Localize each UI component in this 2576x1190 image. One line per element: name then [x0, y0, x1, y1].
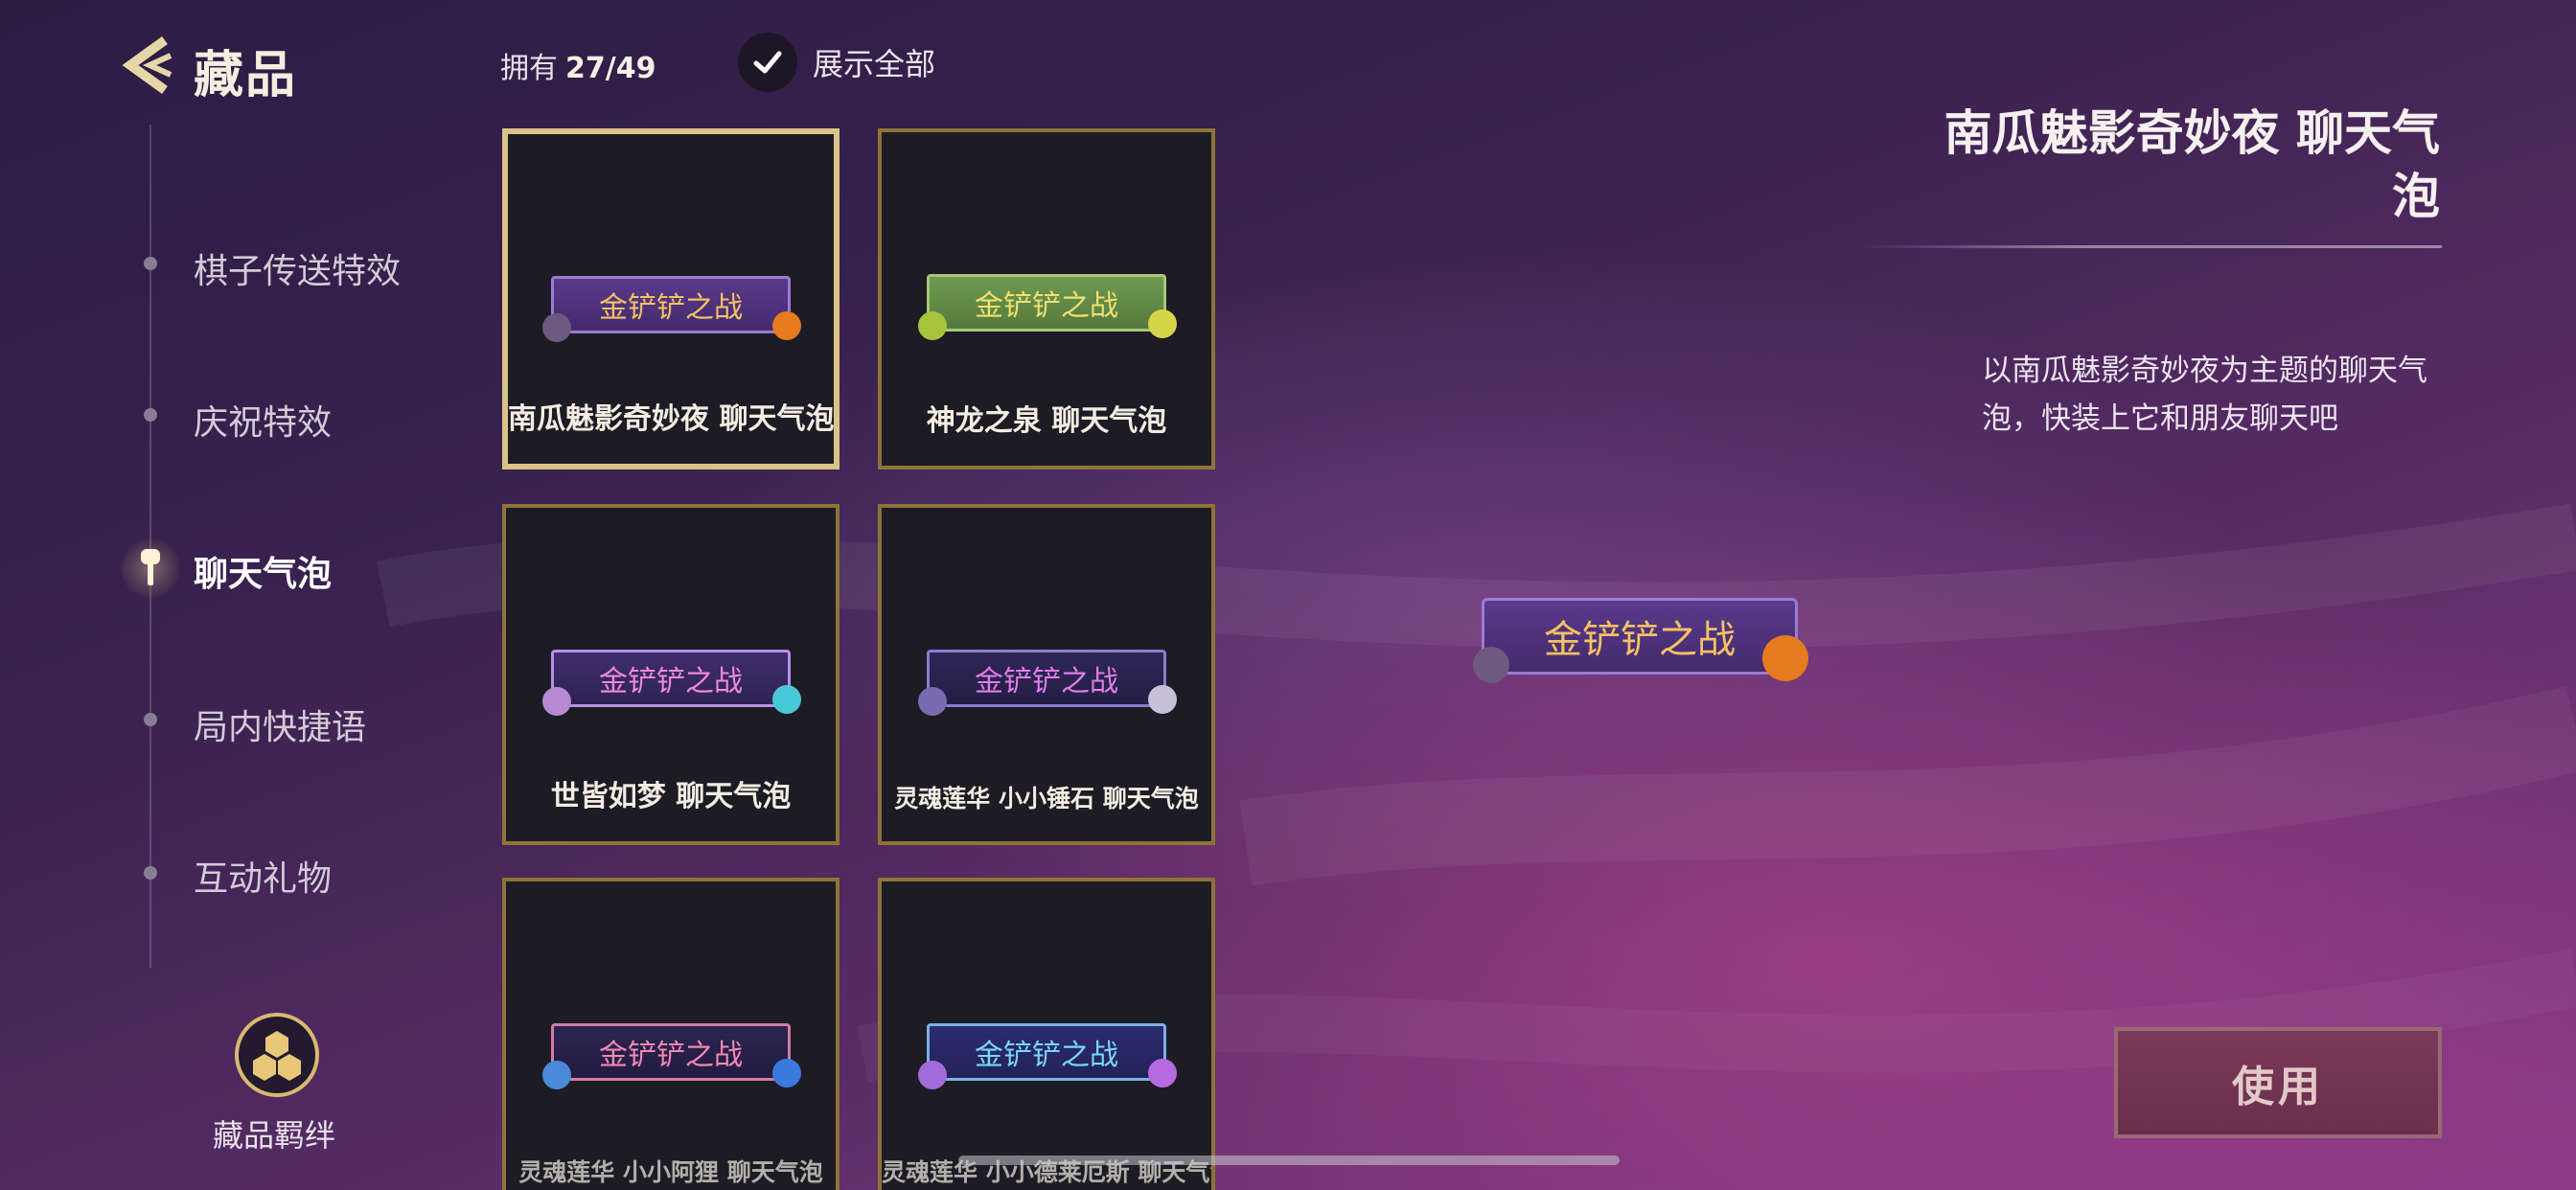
- bubble-text: 金铲铲之战: [975, 665, 1118, 698]
- sidebar-item-chat-bubble[interactable]: 聊天气泡: [194, 546, 332, 596]
- ahri-icon: [772, 1059, 801, 1087]
- darius-icon: [1148, 1059, 1177, 1087]
- card-name: 南瓜魅影奇妙夜 聊天气泡: [508, 402, 835, 436]
- show-all-toggle[interactable]: 展示全部: [738, 33, 935, 92]
- bubble-preview: 金铲铲之战: [918, 650, 1177, 716]
- bubble-text: 金铲铲之战: [599, 1039, 743, 1072]
- ghost-icon: [542, 313, 571, 342]
- bubble-preview: 金铲铲之战: [918, 1023, 1177, 1089]
- sidebar-item-celebration[interactable]: 庆祝特效: [194, 395, 332, 445]
- chat-bubble-card[interactable]: 金铲铲之战 灵魂莲华 小小德莱厄斯 聊天气泡: [878, 878, 1215, 1190]
- checkbox[interactable]: [738, 33, 797, 92]
- preview-bubble-text: 金铲铲之战: [1544, 618, 1736, 662]
- owned-count: 27/49: [565, 52, 656, 85]
- collection-bond-label[interactable]: 藏品羁绊: [213, 1111, 335, 1156]
- lotus-icon: [918, 687, 947, 716]
- chat-bubble-card[interactable]: 金铲铲之战 灵魂莲华 小小阿狸 聊天气泡: [502, 878, 840, 1190]
- bubble-text: 金铲铲之战: [599, 291, 743, 325]
- use-button[interactable]: 使用: [2114, 1027, 2442, 1138]
- card-name: 灵魂莲华 小小阿狸 聊天气泡: [518, 1158, 823, 1186]
- bubble-preview: 金铲铲之战: [542, 276, 801, 342]
- home-indicator[interactable]: [958, 1156, 1620, 1165]
- lotus-icon: [918, 1061, 947, 1089]
- sidebar-dot: [144, 866, 157, 880]
- sidebar-item-quick-phrases[interactable]: 局内快捷语: [194, 699, 366, 749]
- owned-label: 拥有: [500, 52, 558, 85]
- detail-title: 南瓜魅影奇妙夜 聊天气泡: [1944, 105, 2440, 224]
- back-arrow-icon: [122, 35, 172, 95]
- dragon-icon: [1148, 309, 1177, 338]
- sidebar-dot: [144, 408, 157, 422]
- use-button-label: 使用: [2232, 1063, 2324, 1111]
- card-name: 世皆如梦 聊天气泡: [550, 780, 792, 813]
- detail-description: 以南瓜魅影奇妙夜为主题的聊天气泡，快装上它和朋友聊天吧: [1982, 354, 2427, 436]
- collection-bond-icon[interactable]: [234, 1012, 320, 1098]
- ghost-icon: [1473, 647, 1509, 683]
- page-title: 藏品: [194, 47, 298, 104]
- spatula-icon: [121, 538, 180, 598]
- preview-bubble: 金铲铲之战: [1473, 598, 1808, 683]
- gem-icon: [772, 685, 801, 714]
- card-name: 灵魂莲华 小小锤石 聊天气泡: [894, 785, 1199, 812]
- bubble-text: 金铲铲之战: [599, 665, 743, 698]
- check-icon: [753, 51, 782, 74]
- lotus-icon: [542, 1061, 571, 1089]
- pumpkin-icon: [772, 311, 801, 340]
- flower-icon: [542, 687, 571, 716]
- divider: [1859, 245, 2442, 248]
- sidebar-dot: [144, 257, 157, 270]
- chat-bubble-card[interactable]: 金铲铲之战 灵魂莲华 小小锤石 聊天气泡: [878, 504, 1215, 845]
- card-name: 神龙之泉 聊天气泡: [926, 404, 1167, 438]
- bubble-preview: 金铲铲之战: [542, 1023, 801, 1089]
- bubble-preview: 金铲铲之战: [542, 650, 801, 716]
- chat-bubble-card[interactable]: 金铲铲之战 世皆如梦 聊天气泡: [502, 504, 840, 845]
- sidebar-item-piece-teleport[interactable]: 棋子传送特效: [194, 243, 401, 293]
- owned-counter: 拥有 27/49: [500, 44, 656, 86]
- leaf-icon: [918, 311, 947, 340]
- pumpkin-icon: [1762, 635, 1808, 681]
- chat-bubble-card[interactable]: 金铲铲之战 神龙之泉 聊天气泡: [878, 128, 1215, 469]
- sidebar-item-interactive-gifts[interactable]: 互动礼物: [194, 851, 332, 901]
- bubble-text: 金铲铲之战: [975, 289, 1118, 323]
- thresh-icon: [1148, 685, 1177, 714]
- bubble-preview: 金铲铲之战: [918, 274, 1177, 340]
- back-button[interactable]: [121, 34, 182, 96]
- bubble-text: 金铲铲之战: [975, 1039, 1118, 1072]
- show-all-label: 展示全部: [813, 46, 936, 82]
- chat-bubble-card[interactable]: 金铲铲之战 南瓜魅影奇妙夜 聊天气泡: [502, 128, 840, 469]
- sidebar-dot: [144, 713, 157, 726]
